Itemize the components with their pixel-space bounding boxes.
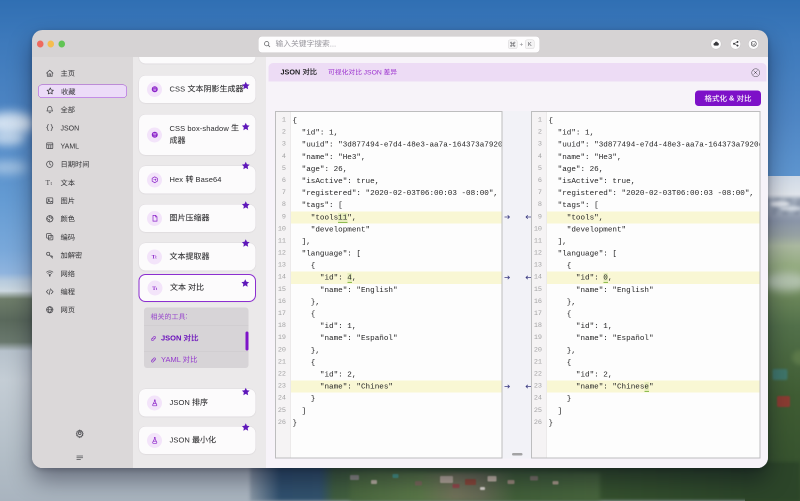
svg-text:t: t bbox=[155, 255, 157, 260]
svg-text:t: t bbox=[51, 181, 53, 187]
svg-text:t: t bbox=[156, 286, 158, 291]
